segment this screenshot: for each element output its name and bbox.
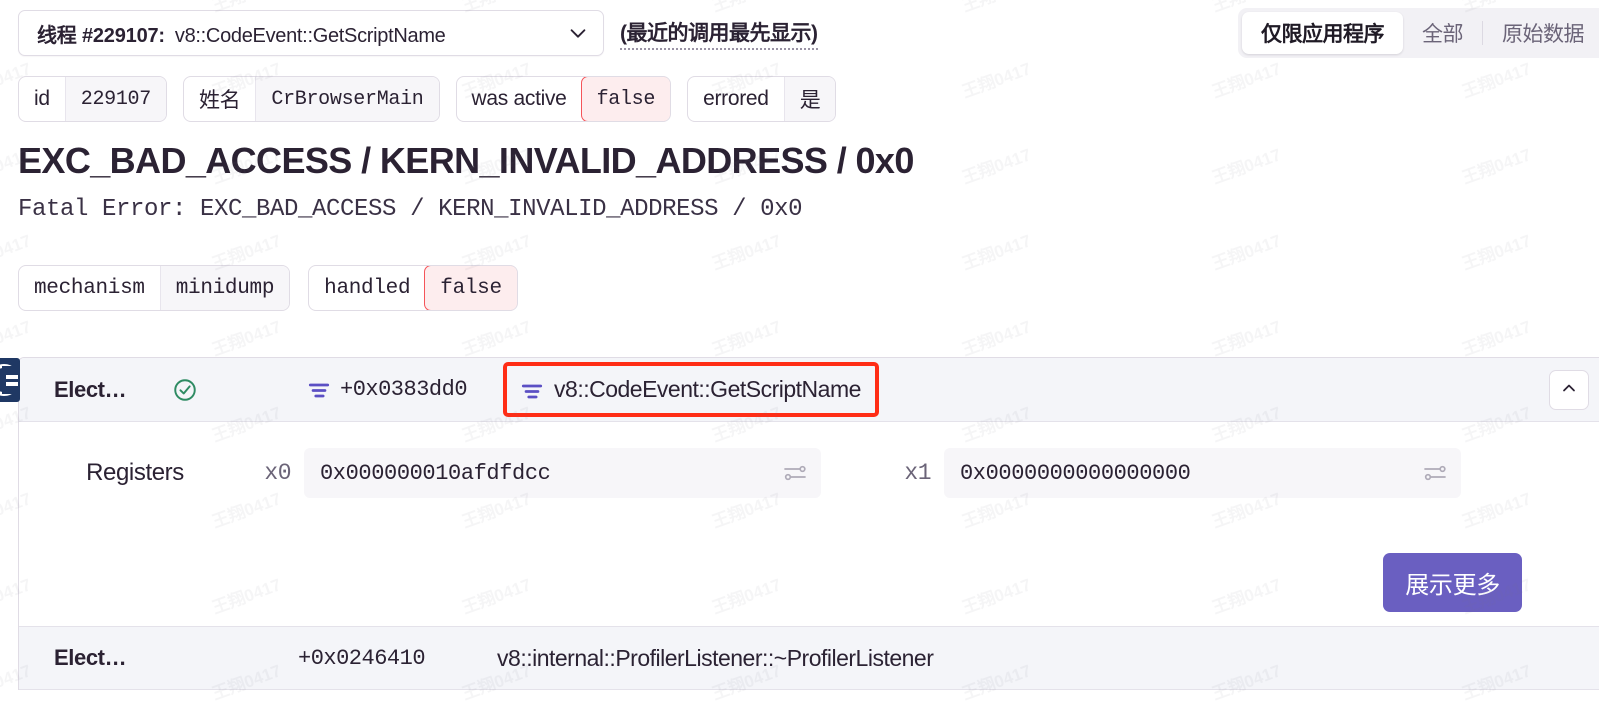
chip-mechanism-key: mechanism [34,276,145,300]
frame-package-name: Elect… [54,376,127,402]
register-x1-name: x1 [904,460,931,486]
chip-handled-value: false [424,266,517,310]
register-x1-box[interactable]: 0x0000000000000000 [944,448,1461,498]
thread-selector[interactable]: 线程 #229107: v8::CodeEvent::GetScriptName [18,10,604,56]
chip-handled: handled false [308,265,518,311]
thread-selector-label: 线程 #229107: [37,24,165,47]
register-x0-value: 0x000000010afdfdcc [320,460,551,486]
frame-function-text: v8::internal::ProfilerListener::~Profile… [497,644,934,671]
frame-package-name: Elect… [54,645,127,670]
chip-id: id 229107 [18,76,167,122]
chevron-down-icon [567,22,589,44]
chip-errored-key: errored [703,87,769,110]
register-x0: x0 0x000000010afdfdcc [251,448,821,498]
error-title: EXC_BAD_ACCESS / KERN_INVALID_ADDRESS / … [18,140,914,181]
frame-collapse-button[interactable] [1549,370,1589,410]
tab-app-only[interactable]: 仅限应用程序 [1242,12,1403,54]
edge-badge-icon [0,358,20,402]
sliders-icon[interactable] [1423,463,1447,483]
stack-frame-row-selected[interactable]: Elect… +0x0383dd0 v8::CodeEvent::GetScri… [19,358,1599,422]
frame-function-highlighted: v8::CodeEvent::GetScriptName [503,362,879,417]
chip-id-key: id [34,87,50,110]
tab-raw-data[interactable]: 原始数据 [1483,12,1599,54]
lines-icon [521,380,543,400]
chevron-up-icon [1559,378,1579,403]
register-x1: x1 0x0000000000000000 [891,448,1461,498]
frame-details-panel: Registers x0 0x000000010afdfdcc x1 0x000… [19,422,1599,626]
thread-header: 线程 #229107: v8::CodeEvent::GetScriptName… [0,0,1599,66]
chip-handled-key: handled [324,276,411,300]
tab-all[interactable]: 全部 [1403,12,1482,54]
stack-frame-list: Elect… +0x0383dd0 v8::CodeEvent::GetScri… [18,357,1599,690]
chip-mechanism: mechanism minidump [18,265,291,311]
chip-name-value: CrBrowserMain [255,77,439,121]
register-x0-box[interactable]: 0x000000010afdfdcc [304,448,821,498]
show-more-button[interactable]: 展示更多 [1383,553,1522,612]
register-x0-name: x0 [264,460,291,486]
chip-id-value: 229107 [64,77,166,121]
stack-frame-row[interactable]: Elect… +0x0246410 v8::internal::Profiler… [19,626,1599,690]
frame-address: +0x0383dd0 [308,377,468,402]
frame-function-text: v8::CodeEvent::GetScriptName [554,376,861,402]
chip-name-key: 姓名 [198,89,241,112]
error-subtitle: Fatal Error: EXC_BAD_ACCESS / KERN_INVAL… [18,196,803,223]
chip-errored-value: 是 [783,77,836,121]
chip-was-active: was active false [455,76,672,122]
chip-errored: errored 是 [687,76,837,122]
ordering-hint: (最近的调用最先显示) [620,17,818,50]
frame-address-text: +0x0383dd0 [340,377,468,402]
page-root: 线程 #229107: v8::CodeEvent::GetScriptName… [0,0,1599,713]
circle-check-icon [172,377,198,403]
register-x1-value: 0x0000000000000000 [960,460,1191,486]
thread-selector-value: v8::CodeEvent::GetScriptName [174,24,446,47]
registers-row: Registers x0 0x000000010afdfdcc x1 0x000… [19,448,1599,498]
display-mode-toggle: 仅限应用程序 全部 原始数据 [1238,8,1599,58]
chip-name: 姓名 CrBrowserMain [182,76,440,122]
frame-function: v8::internal::ProfilerListener::~Profile… [485,637,945,680]
sliders-icon[interactable] [783,463,807,483]
chip-was-active-key: was active [471,87,567,110]
mechanism-chips: mechanism minidump handled false [18,265,518,311]
lines-icon [308,380,330,400]
frame-address-text: +0x0246410 [298,645,426,671]
chip-mechanism-value: minidump [159,266,290,310]
registers-label: Registers [86,459,184,486]
thread-meta-chips: id 229107 姓名 CrBrowserMain was active fa… [18,76,837,122]
frame-address: +0x0246410 [298,645,426,671]
chip-was-active-value: false [580,77,671,121]
